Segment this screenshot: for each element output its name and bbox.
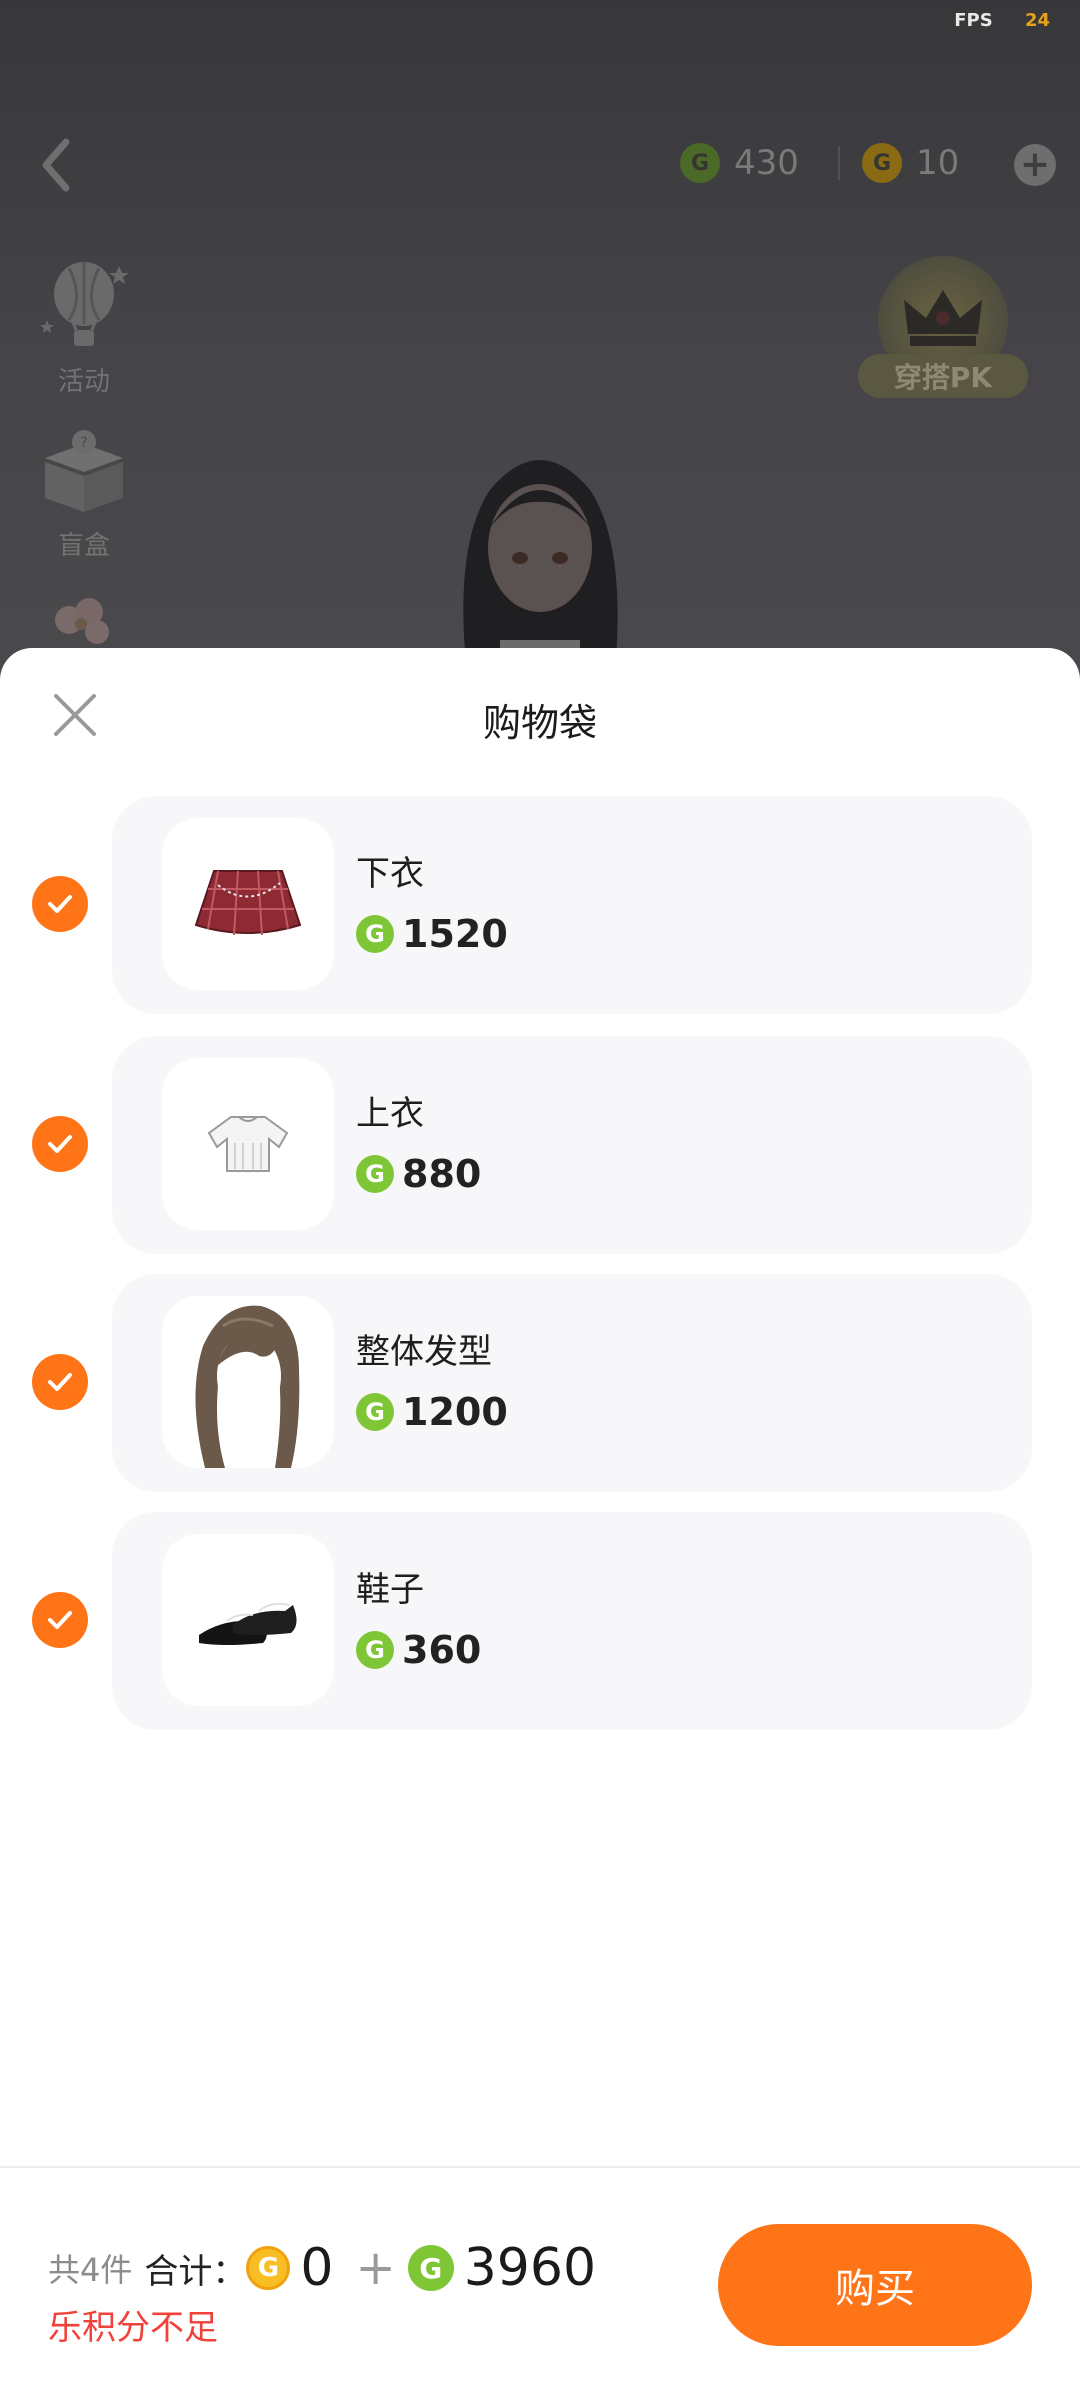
item-card[interactable]: 鞋子 G 360: [112, 1512, 1032, 1730]
green-coin-icon: G: [356, 1631, 394, 1669]
add-currency-button[interactable]: +: [1014, 144, 1056, 186]
item-thumbnail: [162, 818, 334, 990]
background-scene: FPS 24 G 430 G 10 + 活动 ? 盲盒 穿搭PK: [0, 0, 1080, 700]
pk-label: 穿搭PK: [858, 354, 1028, 398]
green-coin-icon: G: [356, 1155, 394, 1193]
item-price: G 880: [356, 1152, 481, 1196]
item-checkbox[interactable]: [32, 876, 88, 932]
item-price: G 1520: [356, 912, 508, 956]
item-price-amount: 360: [402, 1628, 482, 1672]
list-item: 鞋子 G 360: [0, 1512, 1080, 1730]
item-thumbnail: [162, 1058, 334, 1230]
fps-value: 24: [1024, 10, 1050, 31]
orange-coin-icon: G: [862, 143, 902, 183]
list-item: 下衣 G 1520: [0, 796, 1080, 1014]
orange-currency-amount: 10: [916, 143, 960, 183]
sidebar-item-label: 活动: [57, 367, 110, 397]
outfit-pk-badge[interactable]: 穿搭PK: [848, 256, 1038, 416]
fps-counter: FPS 24: [954, 10, 1050, 31]
item-checkbox[interactable]: [32, 1116, 88, 1172]
skirt-image: [194, 870, 302, 936]
green-total: 3960: [463, 2238, 597, 2298]
orange-coin-icon: G: [246, 2246, 291, 2290]
fps-label: FPS: [954, 10, 993, 31]
sidebar-item-label: 盲盒: [57, 531, 110, 561]
orange-total: 0: [300, 2238, 334, 2298]
green-coin-icon: G: [407, 2245, 454, 2291]
check-icon: [48, 1611, 72, 1629]
item-name: 上衣: [356, 1094, 424, 1134]
insufficient-points-warning: 乐积分不足: [48, 2308, 218, 2348]
item-price: G 360: [356, 1628, 481, 1672]
green-coin-icon: G: [356, 1393, 394, 1431]
blouse-image: [207, 1116, 289, 1172]
item-card[interactable]: 下衣 G 1520: [112, 796, 1032, 1014]
item-thumbnail: [162, 1296, 334, 1468]
back-arrow-icon[interactable]: [32, 130, 82, 200]
green-currency-amount: 430: [734, 143, 799, 183]
item-price-amount: 1200: [402, 1390, 508, 1434]
check-icon: [48, 1373, 72, 1391]
item-card[interactable]: 上衣 G 880: [112, 1036, 1032, 1254]
item-card[interactable]: 整体发型 G 1200: [112, 1274, 1032, 1492]
green-currency: G 430: [680, 138, 799, 188]
item-price-amount: 1520: [402, 912, 508, 956]
list-item: 整体发型 G 1200: [0, 1274, 1080, 1492]
item-price-amount: 880: [402, 1152, 482, 1196]
check-icon: [48, 1135, 72, 1153]
item-checkbox[interactable]: [32, 1592, 88, 1648]
svg-text:?: ?: [80, 435, 87, 451]
green-coin-icon: G: [356, 915, 394, 953]
order-summary: 共4件 合计： G 0 + G 3960: [48, 2238, 606, 2298]
item-name: 整体发型: [356, 1332, 492, 1372]
sidebar-item-blind-box[interactable]: ? 盲盒: [34, 424, 134, 562]
hairstyle-image: [195, 1305, 300, 1468]
gift-box-icon: ?: [45, 430, 123, 512]
checkout-footer: 共4件 合计： G 0 + G 3960 乐积分不足 购买: [0, 2166, 1080, 2402]
sidebar-item-flower[interactable]: [34, 590, 134, 657]
total-label: 合计：: [144, 2251, 247, 2292]
currency-divider: [838, 146, 840, 180]
item-thumbnail: [162, 1534, 334, 1706]
list-item: 上衣 G 880: [0, 1036, 1080, 1254]
item-count: 共4件: [48, 2251, 133, 2289]
item-name: 鞋子: [356, 1570, 424, 1610]
shopping-bag-sheet: 购物袋 下衣 G 1520 上衣 G 880 整体发型 G 1200 鞋子 G …: [0, 648, 1080, 2400]
sheet-title: 购物袋: [482, 701, 597, 745]
buy-button[interactable]: 购买: [718, 2224, 1032, 2346]
item-checkbox[interactable]: [32, 1354, 88, 1410]
item-price: G 1200: [356, 1390, 508, 1434]
hot-air-balloon-icon: [40, 262, 129, 346]
green-coin-icon: G: [680, 143, 720, 183]
item-name: 下衣: [356, 854, 424, 894]
flower-icon: [55, 598, 109, 644]
shoes-image: [199, 1602, 297, 1645]
sidebar-item-activity[interactable]: 活动: [34, 258, 134, 398]
check-icon: [48, 895, 72, 913]
plus-sign: +: [355, 2240, 396, 2296]
orange-currency: G 10: [862, 138, 959, 188]
